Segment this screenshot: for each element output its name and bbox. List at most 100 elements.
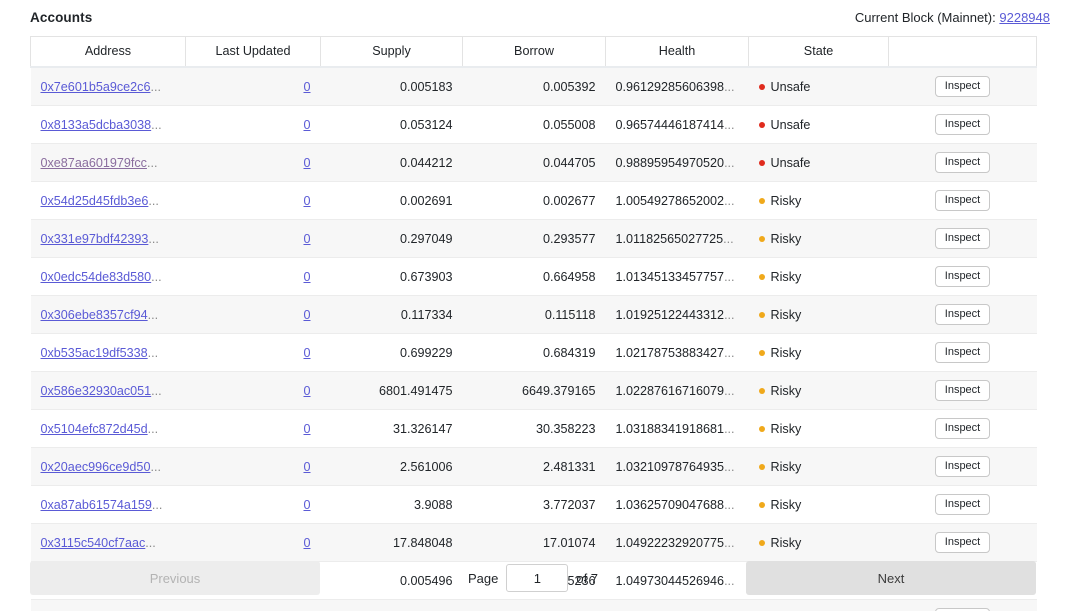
address-ellipsis: ... xyxy=(151,117,162,132)
address-ellipsis: ... xyxy=(147,421,159,436)
address-link[interactable]: 0x331e97bdf42393 xyxy=(41,232,149,246)
cell-health: 0.98895954970520... xyxy=(605,143,749,182)
address-link[interactable]: 0x20aec996ce9d50 xyxy=(41,460,151,474)
address-link[interactable]: 0x7e601b5a9ce2c6 xyxy=(41,80,151,94)
address-link[interactable]: 0x306ebe8357cf94 xyxy=(41,308,148,322)
cell-health: 1.01345133457757... xyxy=(605,257,749,296)
page-number-input[interactable] xyxy=(506,564,569,592)
previous-page-button[interactable]: Previous xyxy=(30,561,320,595)
current-block-link[interactable]: 9228948 xyxy=(999,10,1050,25)
address-link[interactable]: 0xa87ab61574a159 xyxy=(41,498,152,512)
address-link[interactable]: 0x586e32930ac051 xyxy=(41,384,152,398)
cell-borrow: 0.044705 xyxy=(462,143,606,182)
inspect-button[interactable]: Inspect xyxy=(934,228,991,249)
last-updated-link[interactable]: 0 xyxy=(303,460,310,474)
inspect-button[interactable]: Inspect xyxy=(934,494,991,515)
cell-state: Risky xyxy=(748,485,889,524)
address-link[interactable]: 0x8133a5dcba3038 xyxy=(41,118,152,132)
status-badge: Risky xyxy=(770,497,802,512)
status-dot-icon xyxy=(758,235,765,242)
column-header-address[interactable]: Address xyxy=(30,36,186,68)
inspect-button[interactable]: Inspect xyxy=(934,380,991,401)
inspect-button[interactable]: Inspect xyxy=(934,342,991,363)
health-value: 1.02178753883427 xyxy=(615,345,725,360)
address-ellipsis: ... xyxy=(150,459,161,474)
last-updated-link[interactable]: 0 xyxy=(303,536,310,550)
address-link[interactable]: 0x0edc54de83d580 xyxy=(41,270,152,284)
status-dot-icon xyxy=(758,197,765,204)
column-header-borrow[interactable]: Borrow xyxy=(462,36,606,68)
inspect-button[interactable]: Inspect xyxy=(934,114,991,135)
status-badge: Risky xyxy=(770,383,802,398)
inspect-button[interactable]: Inspect xyxy=(934,190,991,211)
table-row: 0xa87ab61574a159... 0 3.9088 3.772037 1.0362… xyxy=(30,485,1037,524)
address-link[interactable]: 0x5104efc872d45d xyxy=(41,422,148,436)
last-updated-link[interactable]: 0 xyxy=(303,346,310,360)
inspect-button[interactable]: Inspect xyxy=(934,532,991,553)
cell-health: 1.01925122443312... xyxy=(605,295,749,334)
cell-health: 1.02178753883427... xyxy=(605,333,749,372)
cell-address: 0xb535ac19df5338... xyxy=(30,333,186,372)
cell-address: 0x20aec996ce9d50... xyxy=(30,447,186,486)
cell-last-updated: 0 xyxy=(185,485,321,524)
status-badge: Risky xyxy=(770,345,802,360)
cell-borrow: 3.772037 xyxy=(462,485,606,524)
address-link[interactable]: 0x3115c540cf7aac xyxy=(41,536,146,550)
address-link[interactable]: 0xb535ac19df5338 xyxy=(41,346,148,360)
last-updated-link[interactable]: 0 xyxy=(303,80,310,94)
cell-borrow: 17.01074 xyxy=(462,523,606,562)
inspect-button[interactable]: Inspect xyxy=(934,418,991,439)
last-updated-link[interactable]: 0 xyxy=(303,232,310,246)
cell-last-updated: 0 xyxy=(185,371,321,410)
inspect-button[interactable]: Inspect xyxy=(934,266,991,287)
next-page-button[interactable]: Next xyxy=(746,561,1036,595)
column-header-supply[interactable]: Supply xyxy=(320,36,463,68)
column-header-health[interactable]: Health xyxy=(605,36,749,68)
health-ellipsis: ... xyxy=(724,307,735,322)
column-header-last-updated[interactable]: Last Updated xyxy=(185,36,321,68)
cell-borrow: 2.481331 xyxy=(462,447,606,486)
page-title: Accounts xyxy=(30,9,93,25)
health-ellipsis: ... xyxy=(724,345,735,360)
accounts-table-wrapper: Address Last Updated Supply Borrow Healt… xyxy=(30,36,1037,611)
cell-last-updated: 0 xyxy=(185,599,321,611)
status-badge: Risky xyxy=(770,421,802,436)
last-updated-link[interactable]: 0 xyxy=(303,270,310,284)
cell-borrow: 0.084148 xyxy=(462,599,606,611)
address-link[interactable]: 0x54d25d45fdb3e6 xyxy=(41,194,149,208)
cell-supply: 0.089022 xyxy=(320,599,463,611)
last-updated-link[interactable]: 0 xyxy=(303,194,310,208)
last-updated-link[interactable]: 0 xyxy=(303,422,310,436)
last-updated-link[interactable]: 0 xyxy=(303,498,310,512)
inspect-button[interactable]: Inspect xyxy=(934,456,991,477)
health-value: 1.03210978764935 xyxy=(615,459,725,474)
address-ellipsis: ... xyxy=(145,535,156,550)
cell-actions: Inspect xyxy=(888,599,1037,611)
cell-actions: Inspect xyxy=(888,371,1037,410)
column-header-state[interactable]: State xyxy=(748,36,889,68)
table-row: 0x331e97bdf42393... 0 0.297049 0.293577 1.01… xyxy=(30,219,1037,258)
cell-state: Unsafe xyxy=(748,143,889,182)
cell-borrow: 0.293577 xyxy=(462,219,606,258)
last-updated-link[interactable]: 0 xyxy=(303,308,310,322)
inspect-button[interactable]: Inspect xyxy=(934,76,991,97)
cell-actions: Inspect xyxy=(888,295,1037,334)
cell-health: 1.03188341918681... xyxy=(605,409,749,448)
inspect-button[interactable]: Inspect xyxy=(934,152,991,173)
status-dot-icon xyxy=(758,463,765,470)
cell-supply: 0.699229 xyxy=(320,333,463,372)
address-link[interactable]: 0xe87aa601979fcc xyxy=(41,156,147,170)
last-updated-link[interactable]: 0 xyxy=(303,118,310,132)
inspect-button[interactable]: Inspect xyxy=(934,304,991,325)
table-row: 0xb2d667212905cf...00.0890220.0841481.05… xyxy=(30,599,1037,611)
health-ellipsis: ... xyxy=(724,193,735,208)
cell-actions: Inspect xyxy=(888,181,1037,220)
cell-health: 1.04922232920775... xyxy=(605,523,749,562)
status-dot-icon xyxy=(758,349,765,356)
last-updated-link[interactable]: 0 xyxy=(303,384,310,398)
cell-actions: Inspect xyxy=(888,409,1037,448)
cell-borrow: 6649.379165 xyxy=(462,371,606,410)
cell-state: Unsafe xyxy=(748,66,889,106)
accounts-page: Accounts Current Block (Mainnet): 922894… xyxy=(0,0,1080,611)
last-updated-link[interactable]: 0 xyxy=(303,156,310,170)
